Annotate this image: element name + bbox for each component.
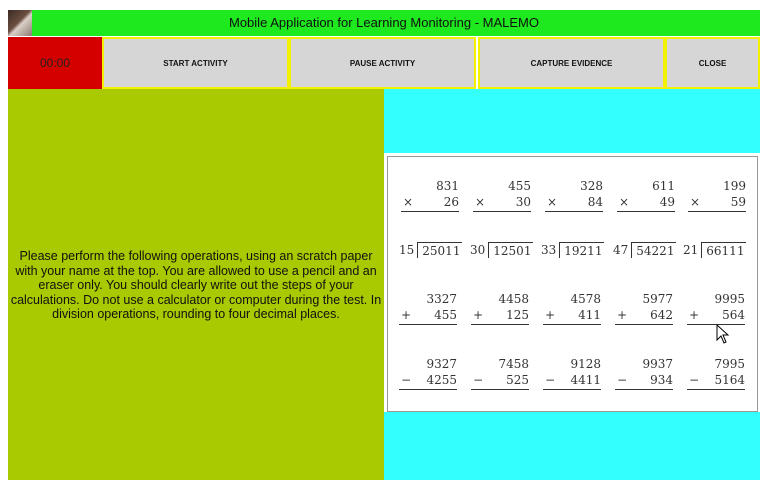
sub-problem-3: 9128 −4411 (543, 357, 601, 390)
close-button[interactable]: CLOSE (665, 37, 760, 89)
timer-display: 00:00 (8, 37, 102, 89)
activity-toolbar: 00:00 START ACTIVITY PAUSE ACTIVITY CAPT… (8, 37, 760, 89)
exercise-sheet: 831 × 26 455 × 30 328 × 84 611 × 49 199 × 59 … (387, 156, 758, 412)
add-problem-3: 4578 +411 (543, 292, 601, 325)
mult-problem-4: 611 × 49 (617, 179, 675, 212)
mult-problem-5: 199 × 59 (688, 179, 746, 212)
div-problem-4: 47 54221 (613, 242, 677, 258)
title-bar: Mobile Application for Learning Monitori… (8, 10, 760, 36)
instructions-panel: Please perform the following operations,… (8, 89, 384, 480)
sub-problem-1: 9327 −4255 (399, 357, 457, 390)
pause-activity-button[interactable]: PAUSE ACTIVITY (289, 37, 476, 89)
add-problem-4: 5977 +642 (615, 292, 673, 325)
add-problem-2: 4458 +125 (471, 292, 529, 325)
start-activity-button[interactable]: START ACTIVITY (102, 37, 289, 89)
sub-problem-5: 7995 −5164 (687, 357, 745, 390)
right-panel-bottom (384, 412, 760, 480)
div-problem-3: 33 19211 (541, 242, 605, 258)
div-problem-5: 21 66111 (683, 242, 747, 258)
sub-problem-4: 9937 −934 (615, 357, 673, 390)
mouse-pointer-icon (716, 324, 730, 344)
instructions-text: Please perform the following operations,… (10, 249, 382, 321)
div-problem-1: 15 25011 (399, 242, 463, 258)
mult-problem-1: 831 × 26 (401, 179, 459, 212)
app-title: Mobile Application for Learning Monitori… (229, 15, 539, 30)
mult-problem-3: 328 × 84 (545, 179, 603, 212)
right-panel-top (384, 89, 760, 153)
div-problem-2: 30 12501 (470, 242, 534, 258)
capture-evidence-button[interactable]: CAPTURE EVIDENCE (478, 37, 665, 89)
mult-problem-2: 455 × 30 (473, 179, 531, 212)
sub-problem-2: 7458 −525 (471, 357, 529, 390)
add-problem-1: 3327 +455 (399, 292, 457, 325)
add-problem-5: 9995 +564 (687, 292, 745, 325)
